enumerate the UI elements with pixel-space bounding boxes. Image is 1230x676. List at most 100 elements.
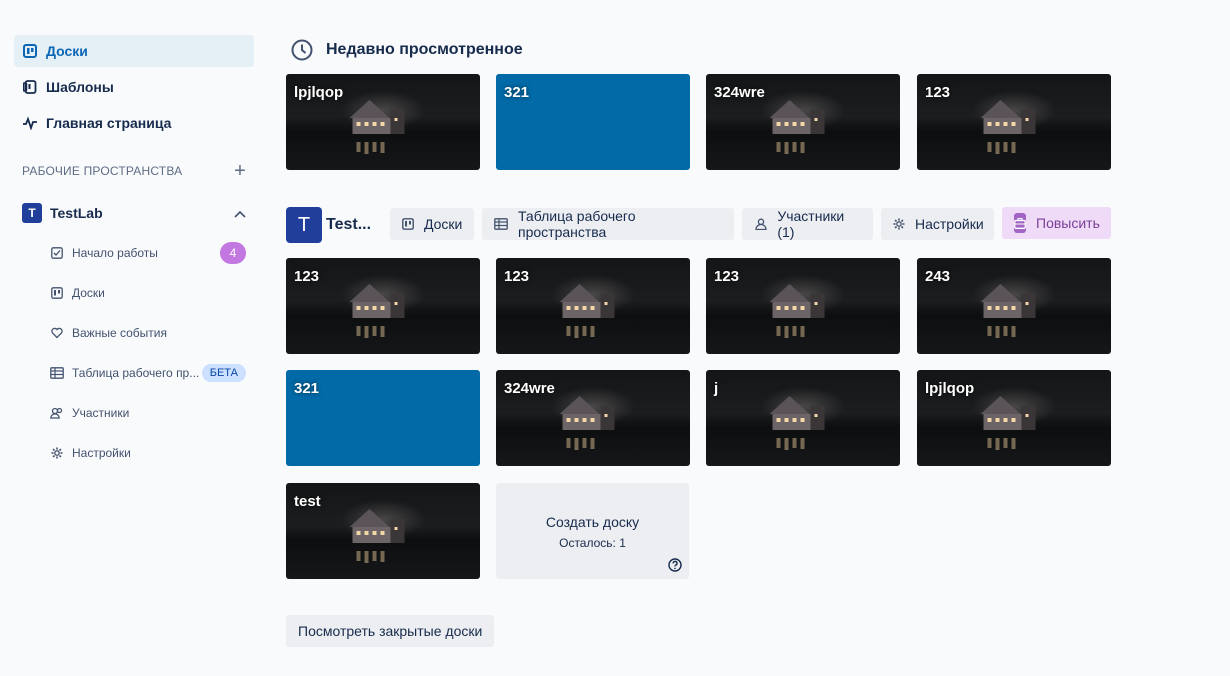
nav-boards[interactable]: Доски [14, 35, 254, 67]
nav-label: Главная страница [46, 115, 172, 131]
workspace-boards-button[interactable]: Доски [390, 208, 474, 240]
house-photo-icon [349, 509, 405, 563]
workspace-board-tile[interactable]: 123 [706, 258, 900, 354]
clock-icon [291, 39, 313, 61]
boards-icon [50, 286, 64, 300]
workspace-board-tile[interactable]: test [286, 483, 480, 579]
board-title: 321 [504, 84, 530, 101]
house-photo-icon [349, 100, 405, 154]
board-title: 321 [294, 380, 320, 397]
workspace-board-tile[interactable]: 123 [286, 258, 480, 354]
nav-label: Шаблоны [46, 79, 114, 95]
sidebar-item-getting-started[interactable]: Начало работы 4 [14, 237, 254, 269]
board-title: 324wre [504, 380, 555, 397]
house-photo-icon [559, 396, 615, 450]
recent-board-tile[interactable]: 123 [917, 74, 1111, 170]
upgrade-button[interactable]: Повысить [1002, 207, 1111, 239]
workspace-members-button[interactable]: Участники (1) [742, 208, 873, 240]
board-title: lpjlqop [925, 380, 975, 397]
board-title: 123 [504, 268, 530, 285]
beta-badge: БЕТА [201, 364, 246, 382]
templates-icon [22, 79, 38, 95]
checkbox-icon [50, 246, 64, 260]
recent-title-label: Недавно просмотренное [326, 41, 523, 58]
board-title: 243 [925, 268, 951, 285]
create-board-button[interactable]: Создать доску Осталось: 1 [496, 483, 689, 579]
sidebar-item-members[interactable]: Участники [14, 397, 254, 429]
workspace-board-tile[interactable]: j [706, 370, 900, 466]
gear-icon [893, 217, 905, 231]
workspace-settings-button[interactable]: Настройки [881, 208, 994, 240]
table-icon [50, 366, 64, 380]
person-icon [754, 217, 767, 231]
button-label: Настройки [915, 216, 984, 232]
button-label: Повысить [1036, 215, 1100, 231]
board-title: j [714, 380, 719, 397]
view-closed-boards-button[interactable]: Посмотреть закрытые доски [286, 615, 495, 647]
help-icon[interactable] [668, 558, 682, 572]
boards-remaining: Осталось: 1 [559, 536, 626, 550]
board-title: 123 [294, 268, 320, 285]
house-photo-icon [980, 100, 1036, 154]
boards-icon [22, 43, 38, 59]
button-label: Доски [424, 216, 463, 232]
activity-icon [22, 115, 38, 131]
add-workspace-icon[interactable]: + [234, 160, 246, 183]
house-photo-icon [559, 284, 615, 338]
nav-templates[interactable]: Шаблоны [14, 71, 254, 103]
sidebar: Доски Шаблоны Главная страница РАБОЧИЕ П… [14, 35, 254, 469]
nav-home[interactable]: Главная страница [14, 107, 254, 139]
house-photo-icon [980, 284, 1036, 338]
board-title: test [294, 493, 321, 510]
workspace-name: Test... [326, 216, 372, 233]
sidebar-item-highlights[interactable]: Важные события [14, 317, 254, 349]
chevron-up-icon [234, 205, 246, 221]
recent-board-tile[interactable]: 324wre [706, 74, 900, 170]
members-icon [50, 406, 64, 420]
board-title: lpjlqop [294, 84, 344, 101]
sidebar-item-label: Доски [72, 286, 105, 300]
sidebar-item-label: Важные события [72, 326, 167, 340]
button-label: Таблица рабочего пространства [518, 208, 636, 240]
sidebar-item-label: Начало работы [72, 246, 158, 260]
recent-board-tile[interactable]: lpjlqop [286, 74, 480, 170]
sidebar-item-table[interactable]: Таблица рабочего пр... БЕТА [14, 357, 254, 389]
workspace-toggle[interactable]: T TestLab [14, 197, 254, 229]
boards-icon [402, 217, 414, 231]
workspaces-header-label: РАБОЧИЕ ПРОСТРАНСТВА [22, 164, 183, 178]
house-photo-icon [769, 396, 825, 450]
workspace-header: T Test... [286, 207, 382, 243]
recent-board-tile[interactable]: 321 [496, 74, 690, 170]
workspace-board-tile[interactable]: 324wre [496, 370, 690, 466]
workspace-avatar: T [22, 203, 42, 223]
briefcase-icon [1014, 213, 1026, 233]
workspace-board-tile[interactable]: lpjlqop [917, 370, 1111, 466]
house-photo-icon [349, 284, 405, 338]
workspace-board-tile[interactable]: 321 [286, 370, 480, 466]
workspace-avatar: T [286, 207, 322, 243]
sidebar-item-settings[interactable]: Настройки [14, 437, 254, 469]
table-icon [494, 217, 508, 231]
sidebar-item-label: Настройки [72, 446, 131, 460]
recent-section-title: Недавно просмотренное [290, 38, 523, 62]
board-title: 123 [714, 268, 740, 285]
house-photo-icon [980, 396, 1036, 450]
sidebar-item-label: Участники [72, 406, 130, 420]
nav-label: Доски [46, 43, 88, 59]
workspace-board-tile[interactable]: 123 [496, 258, 690, 354]
workspace-name: TestLab [50, 205, 103, 221]
sidebar-item-boards[interactable]: Доски [14, 277, 254, 309]
workspace-table-button[interactable]: Таблица рабочего пространства [482, 208, 734, 240]
heart-icon [50, 326, 64, 340]
count-badge: 4 [220, 242, 246, 264]
board-title: 123 [925, 84, 951, 101]
workspaces-header: РАБОЧИЕ ПРОСТРАНСТВА + [14, 159, 254, 183]
gear-icon [50, 446, 64, 460]
create-board-label: Создать доску [545, 514, 640, 530]
sidebar-item-label: Таблица рабочего пр... [72, 366, 200, 380]
house-photo-icon [769, 284, 825, 338]
board-title: 324wre [714, 84, 765, 101]
button-label: Участники (1) [777, 208, 845, 240]
house-photo-icon [769, 100, 825, 154]
workspace-board-tile[interactable]: 243 [917, 258, 1111, 354]
